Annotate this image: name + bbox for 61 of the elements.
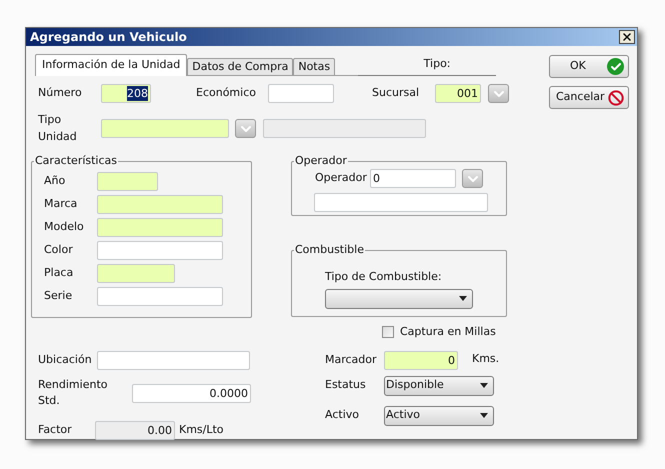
check-icon bbox=[607, 58, 624, 75]
text-field[interactable] bbox=[97, 350, 250, 370]
text-field[interactable] bbox=[314, 193, 488, 212]
unit-label: Kms. bbox=[472, 350, 500, 366]
text-field[interactable]: 001 bbox=[435, 84, 481, 103]
text-field[interactable] bbox=[268, 84, 334, 103]
text-field[interactable] bbox=[101, 119, 229, 138]
ok-button[interactable]: OK bbox=[549, 55, 629, 78]
field-label: Año bbox=[44, 173, 66, 190]
close-button[interactable] bbox=[619, 30, 635, 44]
caret-icon bbox=[480, 383, 488, 388]
text-field[interactable]: 0 bbox=[384, 350, 458, 370]
text-field[interactable] bbox=[263, 119, 426, 138]
dropdown-field[interactable] bbox=[325, 288, 473, 308]
tab[interactable]: Datos de Compra bbox=[187, 58, 294, 76]
field-label: Serie bbox=[44, 288, 74, 304]
field-label: Económico bbox=[196, 85, 257, 102]
field-label: Número bbox=[38, 85, 83, 102]
field-label: Marca bbox=[44, 196, 78, 212]
text-field[interactable] bbox=[97, 264, 175, 283]
field-label: Estatus bbox=[325, 377, 367, 394]
checkbox-label: Captura en Millas bbox=[400, 324, 496, 340]
text-field[interactable] bbox=[97, 195, 223, 214]
window-title: Agregando un Vehiculo bbox=[30, 29, 187, 46]
checkbox[interactable] bbox=[382, 326, 394, 338]
caret-icon bbox=[459, 296, 467, 301]
field-label: Color bbox=[44, 242, 74, 258]
text-field[interactable] bbox=[97, 172, 158, 191]
field-label: Placa bbox=[44, 265, 74, 282]
prohibited-icon bbox=[608, 90, 624, 106]
field-label: Tipo de Combustible: bbox=[325, 269, 443, 285]
dropdown-field[interactable]: Activo bbox=[384, 406, 494, 426]
field-label: Rendimiento Std. bbox=[38, 376, 108, 409]
group-title: Combustible bbox=[294, 244, 365, 256]
field-label: Modelo bbox=[44, 219, 85, 236]
text-field[interactable]: 208 bbox=[101, 84, 151, 103]
dropdown-field[interactable]: Disponible bbox=[384, 376, 494, 396]
field-label: Sucursal bbox=[372, 85, 420, 102]
text-field[interactable] bbox=[97, 218, 223, 237]
unit-label: Kms/Lto bbox=[179, 422, 224, 438]
field-label: Activo bbox=[325, 407, 360, 424]
caret-icon bbox=[480, 413, 488, 418]
text-field[interactable] bbox=[97, 287, 223, 306]
text-field[interactable] bbox=[97, 241, 223, 260]
tab[interactable]: Información de la Unidad bbox=[35, 54, 188, 76]
dropdown-button[interactable] bbox=[462, 169, 483, 188]
group-title: Características bbox=[34, 155, 118, 167]
text-field[interactable]: 0 bbox=[370, 169, 456, 188]
close-icon bbox=[621, 31, 633, 43]
group-title: Operador bbox=[294, 155, 348, 167]
text-field[interactable]: 0.0000 bbox=[132, 384, 251, 402]
field-label: Marcador bbox=[325, 352, 378, 368]
field-label: Tipo Unidad bbox=[38, 112, 78, 144]
dropdown-button[interactable] bbox=[488, 84, 509, 103]
field-label: Operador bbox=[315, 170, 368, 186]
type-label: Tipo: bbox=[358, 56, 496, 76]
dropdown-button[interactable] bbox=[235, 119, 256, 138]
field-label: Ubicación bbox=[38, 352, 93, 368]
cancel-button[interactable]: Cancelar bbox=[549, 86, 629, 109]
field-label: Factor bbox=[38, 422, 73, 438]
tab[interactable]: Notas bbox=[293, 58, 336, 76]
